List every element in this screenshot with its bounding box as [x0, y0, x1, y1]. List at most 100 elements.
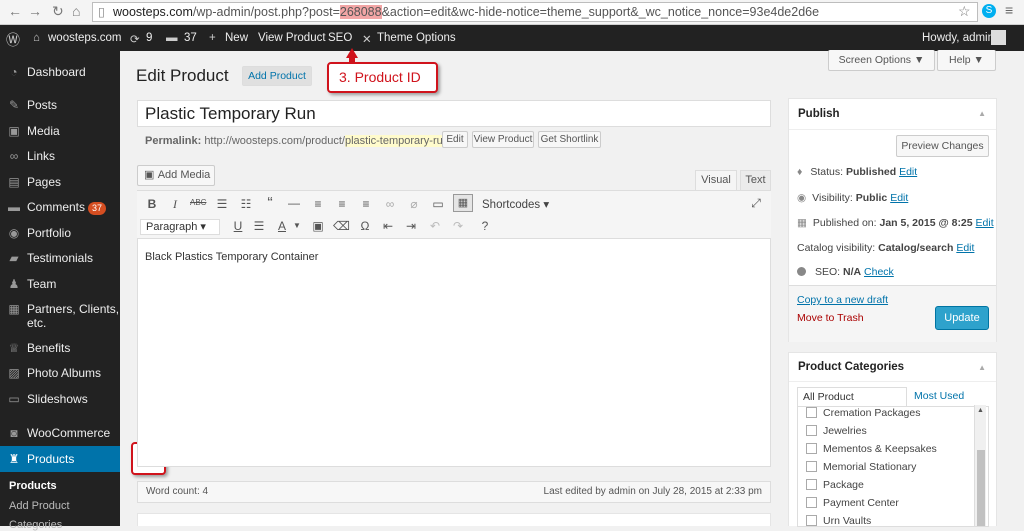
checkbox[interactable] — [806, 461, 817, 472]
sidebar-item-woocommerce[interactable]: ◙ WooCommerce — [0, 426, 120, 440]
checkbox[interactable] — [806, 407, 817, 418]
avatar[interactable] — [991, 30, 1006, 45]
horizontal-rule-icon[interactable]: — — [286, 196, 302, 210]
paste-text-icon[interactable]: ▣ — [310, 219, 326, 233]
theme-options-icon[interactable]: ✕ — [362, 32, 372, 46]
scroll-up-icon[interactable]: ▲ — [977, 407, 984, 414]
forward-icon[interactable]: → — [28, 3, 42, 19]
view-product-button[interactable]: View Product — [472, 131, 534, 148]
tab-all-categories[interactable]: All Product Categories — [797, 387, 907, 421]
sidebar-item-portfolio[interactable]: ◉ Portfolio — [0, 226, 120, 240]
category-item[interactable]: Memorial Stationary — [806, 461, 916, 473]
sidebar-item-partners[interactable]: ▦ Partners, Clients, etc. — [0, 302, 120, 330]
category-item[interactable]: Urn Vaults — [806, 515, 871, 527]
category-item[interactable]: Package — [806, 479, 864, 491]
screen-options-button[interactable]: Screen Options ▼ — [828, 50, 935, 71]
seo-check-link[interactable]: Check — [864, 266, 894, 278]
sidebar-item-products[interactable]: ♜ Products — [0, 446, 120, 472]
align-center-icon[interactable]: ≡ — [334, 197, 350, 211]
checkbox[interactable] — [806, 515, 817, 526]
reload-icon[interactable]: ↻ — [52, 3, 64, 20]
shortcodes-dropdown[interactable]: Shortcodes ▾ — [482, 197, 549, 211]
tab-visual[interactable]: Visual — [695, 170, 737, 191]
home-icon[interactable]: ⌂ — [33, 32, 40, 44]
tab-most-used[interactable]: Most Used — [914, 390, 964, 402]
visibility-edit-link[interactable]: Edit — [890, 192, 908, 204]
howdy-user[interactable]: Howdy, admin — [922, 32, 994, 44]
sidebar-item-testimonials[interactable]: ▰ Testimonials — [0, 251, 120, 265]
status-edit-link[interactable]: Edit — [899, 166, 917, 178]
read-more-icon[interactable]: ▭ — [430, 197, 446, 211]
chevron-down-icon[interactable]: ▼ — [289, 221, 305, 230]
justify-icon[interactable]: ☰ — [251, 219, 267, 233]
view-product-link[interactable]: View Product — [258, 32, 326, 44]
bold-icon[interactable]: B — [144, 197, 160, 211]
align-right-icon[interactable]: ≡ — [358, 197, 374, 211]
category-item[interactable]: Cremation Packages — [806, 407, 920, 419]
add-media-button[interactable]: ▣ Add Media — [137, 165, 215, 186]
numbered-list-icon[interactable]: ☷ — [238, 197, 254, 211]
wordpress-logo-icon[interactable]: Ⓦ — [6, 30, 20, 50]
help-icon[interactable]: ? — [477, 219, 493, 233]
scrollbar-thumb[interactable] — [977, 450, 985, 526]
sidebar-item-benefits[interactable]: ♕ Benefits — [0, 341, 120, 355]
address-bar[interactable]: ▯ woosteps.com/wp-admin/post.php?post=26… — [92, 2, 978, 22]
toolbar-toggle-icon[interactable]: ▦ — [453, 194, 473, 212]
menu-icon[interactable]: ≡ — [1005, 2, 1013, 18]
copy-draft-link[interactable]: Copy to a new draft — [797, 294, 888, 306]
undo-icon[interactable]: ↶ — [427, 219, 443, 233]
checkbox[interactable] — [806, 425, 817, 436]
category-item[interactable]: Mementos & Keepsakes — [806, 443, 937, 455]
updates-count[interactable]: 9 — [146, 32, 152, 44]
site-name-link[interactable]: woosteps.com — [48, 32, 122, 44]
preview-changes-button[interactable]: Preview Changes — [896, 135, 989, 157]
home-icon[interactable]: ⌂ — [72, 3, 80, 19]
paragraph-format-select[interactable]: Paragraph ▾ — [140, 219, 220, 235]
help-button[interactable]: Help ▼ — [937, 50, 996, 71]
theme-options-link[interactable]: Theme Options — [377, 32, 456, 44]
link-icon[interactable]: ∞ — [382, 197, 398, 211]
blockquote-icon[interactable]: “ — [262, 195, 278, 213]
align-left-icon[interactable]: ≡ — [310, 197, 326, 211]
title-input[interactable]: Plastic Temporary Run — [137, 100, 771, 127]
sidebar-item-posts[interactable]: ✎ Posts — [0, 98, 120, 112]
seo-link[interactable]: SEO — [328, 32, 352, 44]
published-edit-link[interactable]: Edit — [976, 217, 994, 229]
sidebar-item-team[interactable]: ♟ Team — [0, 277, 120, 291]
sidebar-item-dashboard[interactable]: ◔ Dashboard — [0, 65, 120, 79]
categories-scrollbar[interactable]: ▲ — [974, 405, 986, 526]
comments-count[interactable]: 37 — [184, 32, 197, 44]
indent-icon[interactable]: ⇥ — [403, 219, 419, 233]
underline-icon[interactable]: U — [230, 219, 246, 233]
move-to-trash-link[interactable]: Move to Trash — [797, 312, 864, 324]
sidebar-item-slideshows[interactable]: ▭ Slideshows — [0, 392, 120, 406]
submenu-categories[interactable]: Categories — [0, 519, 120, 531]
text-color-icon[interactable]: A — [274, 219, 290, 233]
sidebar-item-links[interactable]: ∞ Links — [0, 149, 120, 163]
category-item[interactable]: Payment Center — [806, 497, 899, 509]
checkbox[interactable] — [806, 443, 817, 454]
bullet-list-icon[interactable]: ☰ — [214, 197, 230, 211]
checkbox[interactable] — [806, 479, 817, 490]
bookmark-star-icon[interactable]: ☆ — [958, 3, 971, 20]
back-icon[interactable]: ← — [8, 3, 22, 19]
editor-content[interactable]: Black Plastics Temporary Container — [145, 251, 318, 263]
permalink-slug[interactable]: plastic-temporary-run — [344, 135, 449, 147]
category-item[interactable]: Jewelries — [806, 425, 867, 437]
catalog-edit-link[interactable]: Edit — [956, 242, 974, 254]
submenu-products[interactable]: Products — [0, 480, 120, 492]
get-shortlink-button[interactable]: Get Shortlink — [538, 131, 601, 148]
unlink-icon[interactable]: ⌀ — [406, 197, 422, 211]
collapse-icon[interactable]: ▲ — [978, 109, 986, 118]
redo-icon[interactable]: ↷ — [450, 219, 466, 233]
updates-icon[interactable]: ⟳ — [130, 32, 140, 46]
tab-text[interactable]: Text — [740, 170, 771, 191]
outdent-icon[interactable]: ⇤ — [380, 219, 396, 233]
sidebar-item-media[interactable]: ▣ Media — [0, 124, 120, 138]
checkbox[interactable] — [806, 497, 817, 508]
italic-icon[interactable]: I — [167, 197, 183, 212]
edit-permalink-button[interactable]: Edit — [442, 131, 468, 148]
skype-icon[interactable]: S — [982, 4, 996, 18]
fullscreen-icon[interactable]: ⤢ — [748, 196, 764, 211]
sidebar-item-comments[interactable]: ▬ Comments 37 — [0, 200, 120, 215]
